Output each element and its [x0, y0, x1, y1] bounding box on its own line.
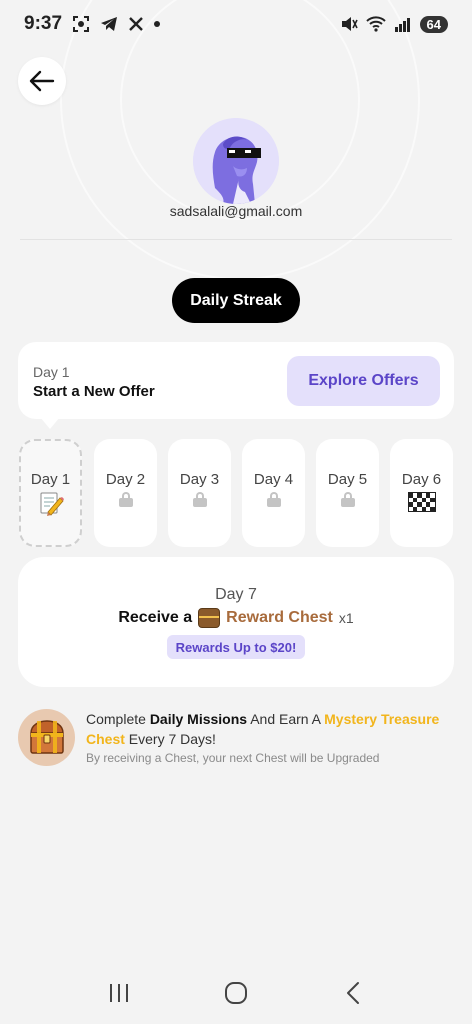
treasure-chest-icon [29, 719, 64, 754]
recent-apps-icon [109, 984, 128, 1002]
reward-count: x1 [338, 610, 354, 626]
chevron-left-icon [347, 982, 360, 1004]
day-7-label: Day 7 [215, 586, 257, 603]
mystery-chest-avatar [18, 709, 75, 766]
x-icon [128, 16, 144, 32]
day-label: Day 5 [327, 471, 368, 488]
recent-apps-button[interactable] [95, 969, 143, 1017]
lock-icon [192, 492, 207, 507]
screenshot-icon [72, 15, 90, 33]
lock-icon [118, 492, 133, 507]
day-7-reward-card[interactable]: Day 7 Receive a Reward Chest x1 Rewards … [18, 557, 454, 687]
mute-icon [340, 16, 358, 32]
system-back-button[interactable] [329, 969, 377, 1017]
lock-icon [340, 492, 355, 507]
day-card-4[interactable]: Day 4 [242, 439, 305, 547]
memo-pencil-icon [38, 492, 64, 516]
divider [20, 239, 452, 240]
statue-avatar-icon [193, 118, 279, 204]
checkered-flag-icon [407, 492, 436, 512]
battery-indicator: 64 [419, 15, 448, 33]
offer-card-pointer [40, 417, 60, 429]
mission-description: Complete Daily Missions And Earn A Myste… [86, 709, 456, 749]
mission-text-part: And Earn A [247, 711, 325, 727]
signal-icon [394, 16, 412, 32]
wifi-icon [365, 16, 386, 32]
receive-label: Receive a [118, 609, 193, 626]
day-label: Day 1 [30, 471, 71, 488]
lock-icon [266, 492, 281, 507]
offer-day-label: Day 1 [33, 364, 70, 380]
explore-offers-button[interactable]: Explore Offers [287, 356, 440, 406]
daily-streak-screen: 9:37 64 sadsalali@gmail.com Daily Streak… [0, 0, 472, 1024]
status-time: 9:37 [24, 13, 63, 34]
offer-title: Start a New Offer [33, 383, 155, 400]
day-card-1[interactable]: Day 1 [19, 439, 82, 547]
user-email: sadsalali@gmail.com [169, 203, 303, 219]
mission-text-part: Every 7 Days! [124, 731, 216, 747]
day-card-5[interactable]: Day 5 [316, 439, 379, 547]
day-label: Day 3 [179, 471, 220, 488]
day-label: Day 4 [253, 471, 294, 488]
status-bar: 9:37 64 [0, 0, 472, 48]
home-icon [224, 982, 247, 1004]
day-card-3[interactable]: Day 3 [168, 439, 231, 547]
arrow-left-icon [29, 70, 55, 92]
mission-subtext: By receiving a Chest, your next Chest wi… [86, 751, 380, 765]
day-label: Day 6 [401, 471, 442, 488]
avatar[interactable] [193, 118, 279, 204]
day-card-2[interactable]: Day 2 [94, 439, 157, 547]
day-card-6[interactable]: Day 6 [390, 439, 453, 547]
reward-chest-name: Reward Chest [226, 609, 333, 626]
back-button[interactable] [18, 57, 66, 105]
home-button[interactable] [212, 969, 260, 1017]
mission-text-part: Complete [86, 711, 150, 727]
notification-dot-icon [154, 21, 161, 27]
rewards-badge: Rewards Up to $20! [167, 635, 305, 659]
system-navigation-bar [0, 968, 472, 1018]
telegram-icon [100, 16, 118, 32]
mission-daily-missions: Daily Missions [149, 711, 248, 727]
treasure-chest-icon [198, 608, 221, 628]
daily-streak-title: Daily Streak [172, 278, 300, 323]
reward-line: Receive a Reward Chest x1 [18, 608, 454, 628]
day-label: Day 2 [105, 471, 146, 488]
offer-card: Day 1 Start a New Offer Explore Offers [18, 342, 454, 419]
